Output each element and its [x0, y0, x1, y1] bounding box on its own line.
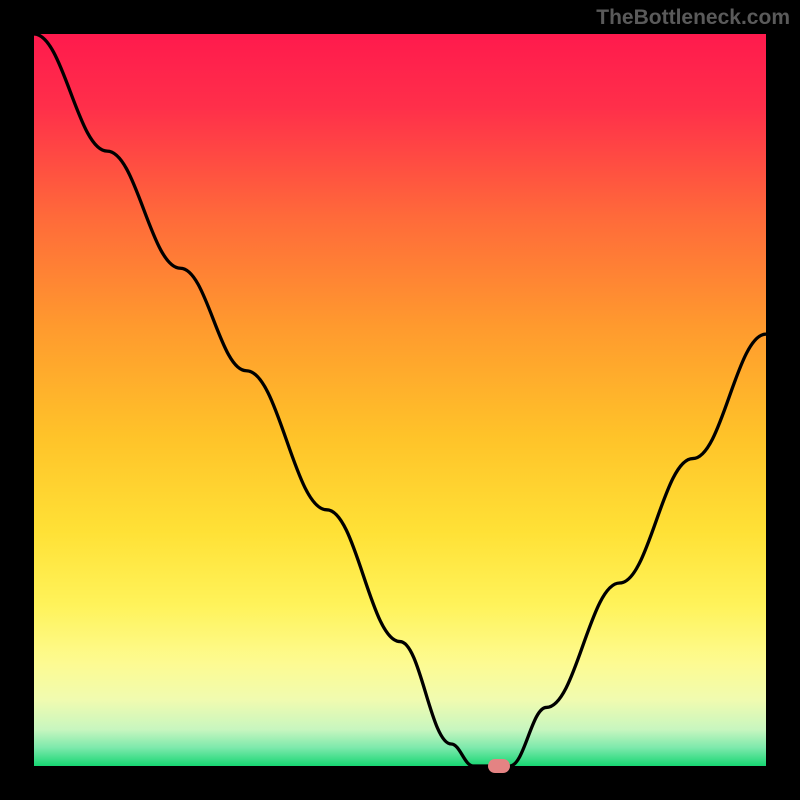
optimum-marker	[488, 759, 510, 773]
chart-container: TheBottleneck.com	[0, 0, 800, 800]
watermark-text: TheBottleneck.com	[596, 6, 790, 30]
plot-area	[34, 34, 766, 766]
curve	[34, 34, 766, 766]
